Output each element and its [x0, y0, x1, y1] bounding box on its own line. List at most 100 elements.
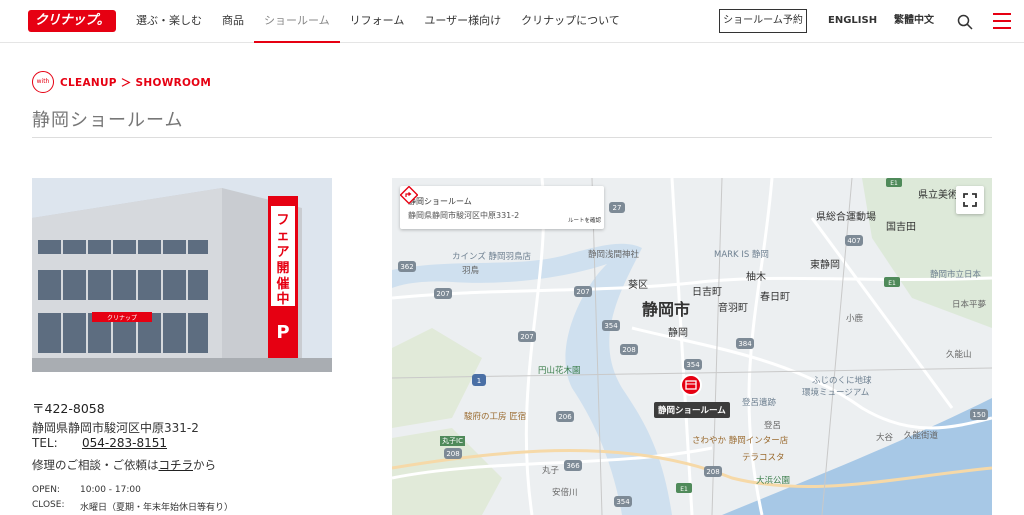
svg-text:207: 207 [520, 333, 533, 341]
svg-text:208: 208 [706, 468, 719, 476]
lang-traditional-chinese-link[interactable]: 繁體中文 [894, 0, 934, 42]
map-label-otowa: 音羽町 [718, 303, 748, 314]
postal-code: 〒422-8058 [32, 401, 105, 416]
map-label-kunou-kaido: 久能街道 [904, 431, 939, 441]
brand-breadcrumb: with CLEANUP ＞ SHOWROOM [32, 71, 211, 93]
svg-text:開: 開 [276, 261, 289, 276]
fullscreen-icon [963, 193, 977, 207]
svg-text:207: 207 [576, 288, 589, 296]
nav-about[interactable]: クリナップについて [511, 0, 630, 43]
map-label-ouya: 大谷 [876, 433, 894, 443]
close-value: 水曜日（夏期・年末年始休日等有り） [80, 503, 234, 513]
svg-text:384: 384 [738, 340, 752, 348]
tel-label: TEL: [32, 436, 58, 450]
repair-link[interactable]: コチラ [159, 458, 194, 472]
showroom-building-illustration: クリナップ フ ェ ア 開 催 中 P [32, 178, 332, 372]
map-label-koshika: 小鹿 [846, 314, 864, 324]
map-label-shizuoka-shiritsu: 静岡市立日本 [930, 270, 982, 280]
map-label-maruko-ic: 丸子IC [440, 436, 465, 446]
main-nav: 選ぶ・楽しむ 商品 ショールーム リフォーム ユーザー様向け クリナップについて [126, 0, 630, 43]
showroom-marker-icon [685, 380, 697, 390]
site-header: クリナップ。 選ぶ・楽しむ 商品 ショールーム リフォーム ユーザー様向け クリ… [0, 0, 1024, 43]
map-label-sengen-shrine: 静岡浅間神社 [588, 250, 640, 260]
map-label-ohama-park: 大浜公園 [756, 476, 791, 486]
map-label-higashi-shizuoka: 東静岡 [810, 260, 840, 271]
route-directions-icon[interactable] [400, 186, 418, 204]
map-label-shizuoka-city: 静岡市 [642, 300, 691, 319]
map-label-takumishuku: 駿府の工房 匠宿 [464, 412, 527, 422]
svg-text:207: 207 [436, 290, 449, 298]
nav-reform[interactable]: リフォーム [340, 0, 415, 43]
lang-english-link[interactable]: ENGLISH [828, 0, 877, 42]
map-label-kankyo-museum: 環境ミュージアム [802, 388, 870, 398]
map-label-sawayaka: さわやか 静岡インター店 [692, 436, 789, 446]
svg-text:362: 362 [400, 263, 413, 271]
svg-text:催: 催 [276, 276, 289, 292]
address: 静岡県静岡市駿河区中原331-2 [32, 421, 199, 435]
svg-text:208: 208 [622, 346, 635, 354]
open-hours-row: OPEN: 10:00 - 17:00 [32, 485, 141, 495]
repair-text: 修理のご相談・ご依頼は [32, 458, 159, 472]
with-badge-icon: with [32, 71, 54, 93]
map-label-yuki: 柚木 [746, 272, 766, 283]
nav-choose-enjoy[interactable]: 選ぶ・楽しむ [126, 0, 212, 43]
svg-text:ェ: ェ [276, 229, 289, 244]
title-divider [32, 137, 992, 138]
svg-text:クリナップ: クリナップ [107, 315, 137, 322]
map-fullscreen-button[interactable] [956, 186, 984, 214]
close-days-row: CLOSE: 水曜日（夏期・年末年始休日等有り） [32, 500, 233, 513]
close-label: CLOSE: [32, 500, 65, 510]
repair-suffix: から [193, 458, 216, 472]
nav-users[interactable]: ユーザー様向け [414, 0, 511, 43]
svg-text:206: 206 [558, 413, 572, 421]
tel-row: TEL: 054-283-8151 [32, 436, 167, 450]
svg-text:366: 366 [566, 462, 580, 470]
svg-text:1: 1 [477, 377, 481, 385]
svg-text:フ: フ [276, 213, 289, 228]
svg-text:354: 354 [686, 361, 700, 369]
svg-text:354: 354 [616, 498, 630, 506]
svg-text:E1: E1 [890, 180, 898, 187]
svg-text:150: 150 [972, 411, 985, 419]
nav-products[interactable]: 商品 [212, 0, 254, 43]
open-value: 10:00 - 17:00 [80, 485, 141, 495]
map-label-shizuoka-station: 静岡 [668, 328, 688, 339]
google-map[interactable]: 27 362 207 207 354 208 207 1 208 206 354… [392, 178, 992, 515]
map-label-abekawa: 安倍川 [552, 488, 578, 498]
route-directions-label[interactable]: ルートを確認 [568, 216, 601, 224]
svg-text:208: 208 [446, 450, 459, 458]
hamburger-menu-icon[interactable] [993, 13, 1011, 31]
showroom-reserve-button[interactable]: ショールーム予約 [719, 9, 807, 33]
map-label-kunikichi: 国吉田 [886, 222, 916, 233]
map-label-aoi: 葵区 [628, 280, 648, 291]
map-label-hiyoshi: 日吉町 [692, 287, 722, 298]
svg-text:ア: ア [276, 245, 289, 260]
search-icon[interactable] [957, 14, 973, 30]
svg-text:E1: E1 [888, 280, 896, 287]
map-label-kainzu: カインズ 静岡羽鳥店 [452, 252, 532, 262]
open-label: OPEN: [32, 485, 60, 495]
map-label-mark-is: MARK IS 静岡 [714, 250, 769, 260]
svg-text:P: P [276, 322, 289, 343]
tel-link[interactable]: 054-283-8151 [82, 436, 167, 450]
map-label-sports-park: 県総合運動場 [816, 212, 876, 223]
map-info-address: 静岡県静岡市駿河区中原331-2 [408, 211, 520, 220]
showroom-map-marker[interactable] [680, 374, 702, 396]
map-label-hatori: 羽鳥 [462, 266, 480, 276]
cleanup-logo[interactable]: クリナップ。 [28, 10, 116, 32]
svg-text:407: 407 [847, 237, 860, 245]
map-label-toro: 登呂 [764, 421, 782, 431]
page-title: 静岡ショールーム [32, 110, 184, 131]
map-label-kunouzan: 久能山 [946, 350, 972, 360]
map-label-nihon-daira: 日本平夢 [952, 300, 987, 310]
svg-text:27: 27 [613, 204, 622, 212]
map-info-card: 静岡ショールーム 静岡県静岡市駿河区中原331-2 ルートを確認 [400, 186, 604, 229]
map-label-fujinokuni: ふじのくに地球 [812, 376, 872, 386]
svg-text:中: 中 [276, 291, 289, 307]
brand-breadcrumb-text[interactable]: CLEANUP ＞ SHOWROOM [60, 75, 211, 90]
showroom-marker-label: 静岡ショールーム [654, 402, 730, 418]
map-label-terracosta: テラコスタ [742, 453, 785, 463]
nav-showroom[interactable]: ショールーム [254, 0, 340, 43]
map-label-maruko: 丸子 [542, 466, 560, 476]
svg-text:354: 354 [604, 322, 618, 330]
